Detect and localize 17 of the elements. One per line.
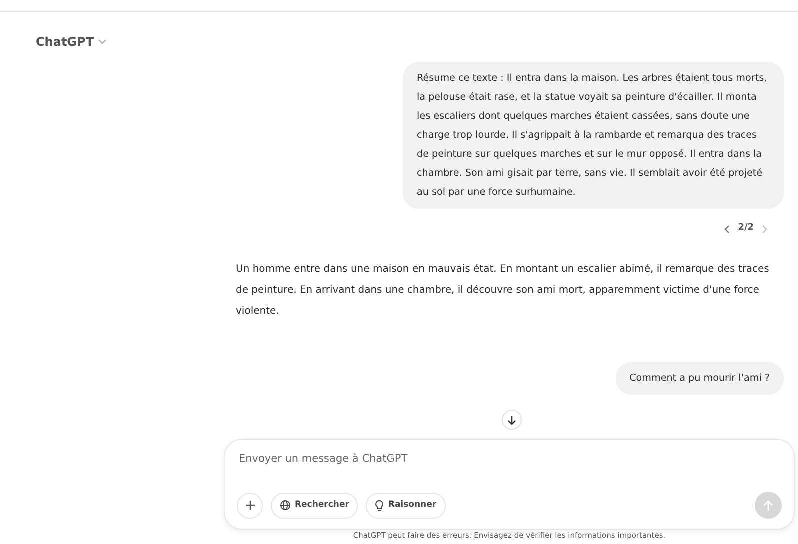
model-name[interactable]: ChatGPT — [36, 33, 94, 51]
arrow-up-icon — [763, 500, 774, 512]
search-button[interactable]: Rechercher — [271, 492, 358, 518]
lightbulb-icon — [375, 500, 384, 512]
assistant-message: Un homme entre dans une maison en mauvais état. En montant un escalier abimé, il remarque des traces de peinture. En arrivant dans une chambre, il découvre son ami mort, apparemment victime d'une force violente. — [235, 263, 770, 319]
plus-icon — [244, 500, 256, 511]
add-button[interactable] — [237, 492, 263, 518]
globe-icon — [280, 500, 291, 511]
user-message: Comment a pu mourir l'ami ? — [616, 362, 784, 395]
reason-button[interactable]: Raisonner — [366, 492, 446, 518]
page-counter: 2/2 — [738, 222, 754, 236]
arrow-down-icon — [507, 414, 517, 426]
chevron-down-icon[interactable] — [98, 39, 108, 45]
message-input[interactable]: Envoyer un message à ChatGPT — [237, 452, 782, 468]
scroll-down-button[interactable] — [502, 410, 522, 430]
chevron-left-icon[interactable] — [724, 224, 730, 234]
user-message: Résume ce texte : Il entra dans la maison. Les arbres étaient tous morts, la pelouse était rase, et la statue voyait sa peinture d'écailler. Il monta les escaliers dont quelques marches étaient cassées, sans doute une charge trop lourde. Il s'agrippait à la rambarde et remarqua des traces de peinture sur quelques marches et sur le mur opposé. Il entra dans la chambre. Son ami gisait par terre, sans vie. Il semblait avoir été projeté au sol par une force surhumaine. — [403, 62, 784, 209]
